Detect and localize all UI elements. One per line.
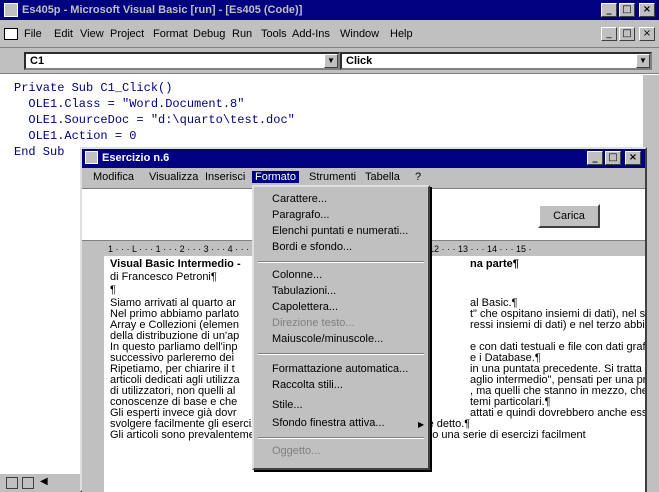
- menu-item-sfondo-finestra[interactable]: Sfondo finestra attiva...: [272, 417, 385, 429]
- child-minimize-button[interactable]: _: [601, 27, 617, 41]
- menu-window[interactable]: Window: [340, 28, 379, 40]
- menu-help-question[interactable]: ?: [412, 171, 424, 183]
- form-icon: [85, 151, 98, 164]
- menu-edit[interactable]: Edit: [54, 28, 73, 40]
- doc-line: di Francesco Petroni¶: [110, 271, 217, 283]
- doc-line-right: attati e quindi dovrebbero anche esser: [470, 407, 645, 419]
- menu-modifica[interactable]: Modifica: [90, 171, 137, 183]
- menu-item-elenchi[interactable]: Elenchi puntati e numerati...: [272, 225, 408, 237]
- menu-item-raccolta-stili[interactable]: Raccolta stili...: [272, 379, 343, 391]
- menu-project[interactable]: Project: [110, 28, 144, 40]
- menu-formato[interactable]: Formato: [252, 171, 299, 183]
- menu-separator: [258, 437, 424, 439]
- esercizio-title-bar: Esercizio n.6 _ □ ×: [82, 149, 645, 168]
- esercizio-minimize-button[interactable]: _: [587, 151, 603, 165]
- maximize-button[interactable]: □: [619, 3, 635, 17]
- normal-view-icon[interactable]: [6, 477, 18, 489]
- menu-tabella[interactable]: Tabella: [362, 171, 403, 183]
- menu-separator: [258, 353, 424, 355]
- menu-format[interactable]: Format: [153, 28, 188, 40]
- vb-window-title: Es405p - Microsoft Visual Basic [run] - …: [22, 4, 303, 16]
- code-line[interactable]: OLE1.Action = 0: [14, 129, 136, 143]
- object-combo[interactable]: C1 ▼: [24, 52, 340, 70]
- menu-item-colonne[interactable]: Colonne...: [272, 269, 322, 281]
- menu-item-direzione-testo: Direzione testo...: [272, 317, 355, 329]
- menu-inserisci[interactable]: Inserisci: [202, 171, 248, 183]
- chevron-down-icon[interactable]: ▼: [324, 54, 338, 68]
- menu-strumenti[interactable]: Strumenti: [306, 171, 359, 183]
- code-line[interactable]: End Sub: [14, 145, 64, 159]
- doc-line: ¶: [110, 284, 116, 296]
- menu-view[interactable]: View: [80, 28, 104, 40]
- menu-item-carattere[interactable]: Carattere...: [272, 193, 327, 205]
- menu-item-bordi[interactable]: Bordi e sfondo...: [272, 241, 352, 253]
- menu-item-stile[interactable]: Stile...: [272, 399, 303, 411]
- doc-line-right: ressi insiemi di dati) e nel terzo abbia…: [470, 319, 645, 331]
- menu-add-ins[interactable]: Add-Ins: [292, 28, 330, 40]
- chevron-down-icon[interactable]: ▼: [636, 54, 650, 68]
- minimize-button[interactable]: _: [601, 3, 617, 17]
- object-combo-value: C1: [30, 55, 45, 67]
- esercizio-maximize-button[interactable]: □: [605, 151, 621, 165]
- code-line[interactable]: OLE1.Class = "Word.Document.8": [14, 97, 244, 111]
- menu-item-formattazione-automatica[interactable]: Formattazione automatica...: [272, 363, 408, 375]
- menu-help[interactable]: Help: [390, 28, 413, 40]
- menu-run[interactable]: Run: [232, 28, 252, 40]
- formato-menu: Carattere... Paragrafo... Elenchi puntat…: [252, 185, 430, 470]
- doc-line-right: na parte¶: [470, 258, 519, 270]
- procedure-combo[interactable]: Click ▼: [340, 52, 652, 70]
- menu-item-paragrafo[interactable]: Paragrafo...: [272, 209, 329, 221]
- menu-item-oggetto: Oggetto...: [272, 445, 321, 457]
- carica-button[interactable]: Carica: [538, 204, 600, 228]
- menu-separator: [258, 261, 424, 263]
- scroll-left-icon[interactable]: ◀: [40, 476, 48, 487]
- menu-item-tabulazioni[interactable]: Tabulazioni...: [272, 285, 336, 297]
- vb-menubar: File Edit View Project Format Debug Run …: [0, 20, 659, 48]
- esercizio-title: Esercizio n.6: [102, 152, 170, 164]
- layout-view-icon[interactable]: [22, 477, 34, 489]
- code-combo-row: C1 ▼ Click ▼: [0, 48, 659, 74]
- child-maximize-button[interactable]: □: [619, 27, 635, 41]
- menu-visualizza[interactable]: Visualizza: [146, 171, 201, 183]
- menu-file[interactable]: File: [24, 28, 42, 40]
- procedure-combo-value: Click: [346, 55, 373, 67]
- child-close-button[interactable]: ×: [639, 27, 655, 41]
- code-line[interactable]: OLE1.SourceDoc = "d:\quarto\test.doc": [14, 113, 294, 127]
- submenu-arrow-icon: ▶: [418, 420, 425, 429]
- close-button[interactable]: ×: [639, 3, 655, 17]
- menu-item-maiuscole[interactable]: Maiuscole/minuscole...: [272, 333, 383, 345]
- menu-debug[interactable]: Debug: [193, 28, 225, 40]
- doc-line: Visual Basic Intermedio -: [110, 258, 241, 270]
- code-line[interactable]: Private Sub C1_Click(): [14, 81, 172, 95]
- vb-app-icon: [4, 3, 18, 17]
- esercizio-close-button[interactable]: ×: [625, 151, 641, 165]
- code-window-icon: [4, 28, 18, 40]
- view-buttons-strip[interactable]: ◀: [0, 473, 80, 492]
- menu-tools[interactable]: Tools: [261, 28, 287, 40]
- vb-title-bar: Es405p - Microsoft Visual Basic [run] - …: [0, 0, 659, 20]
- menu-item-capolettera[interactable]: Capolettera...: [272, 301, 338, 313]
